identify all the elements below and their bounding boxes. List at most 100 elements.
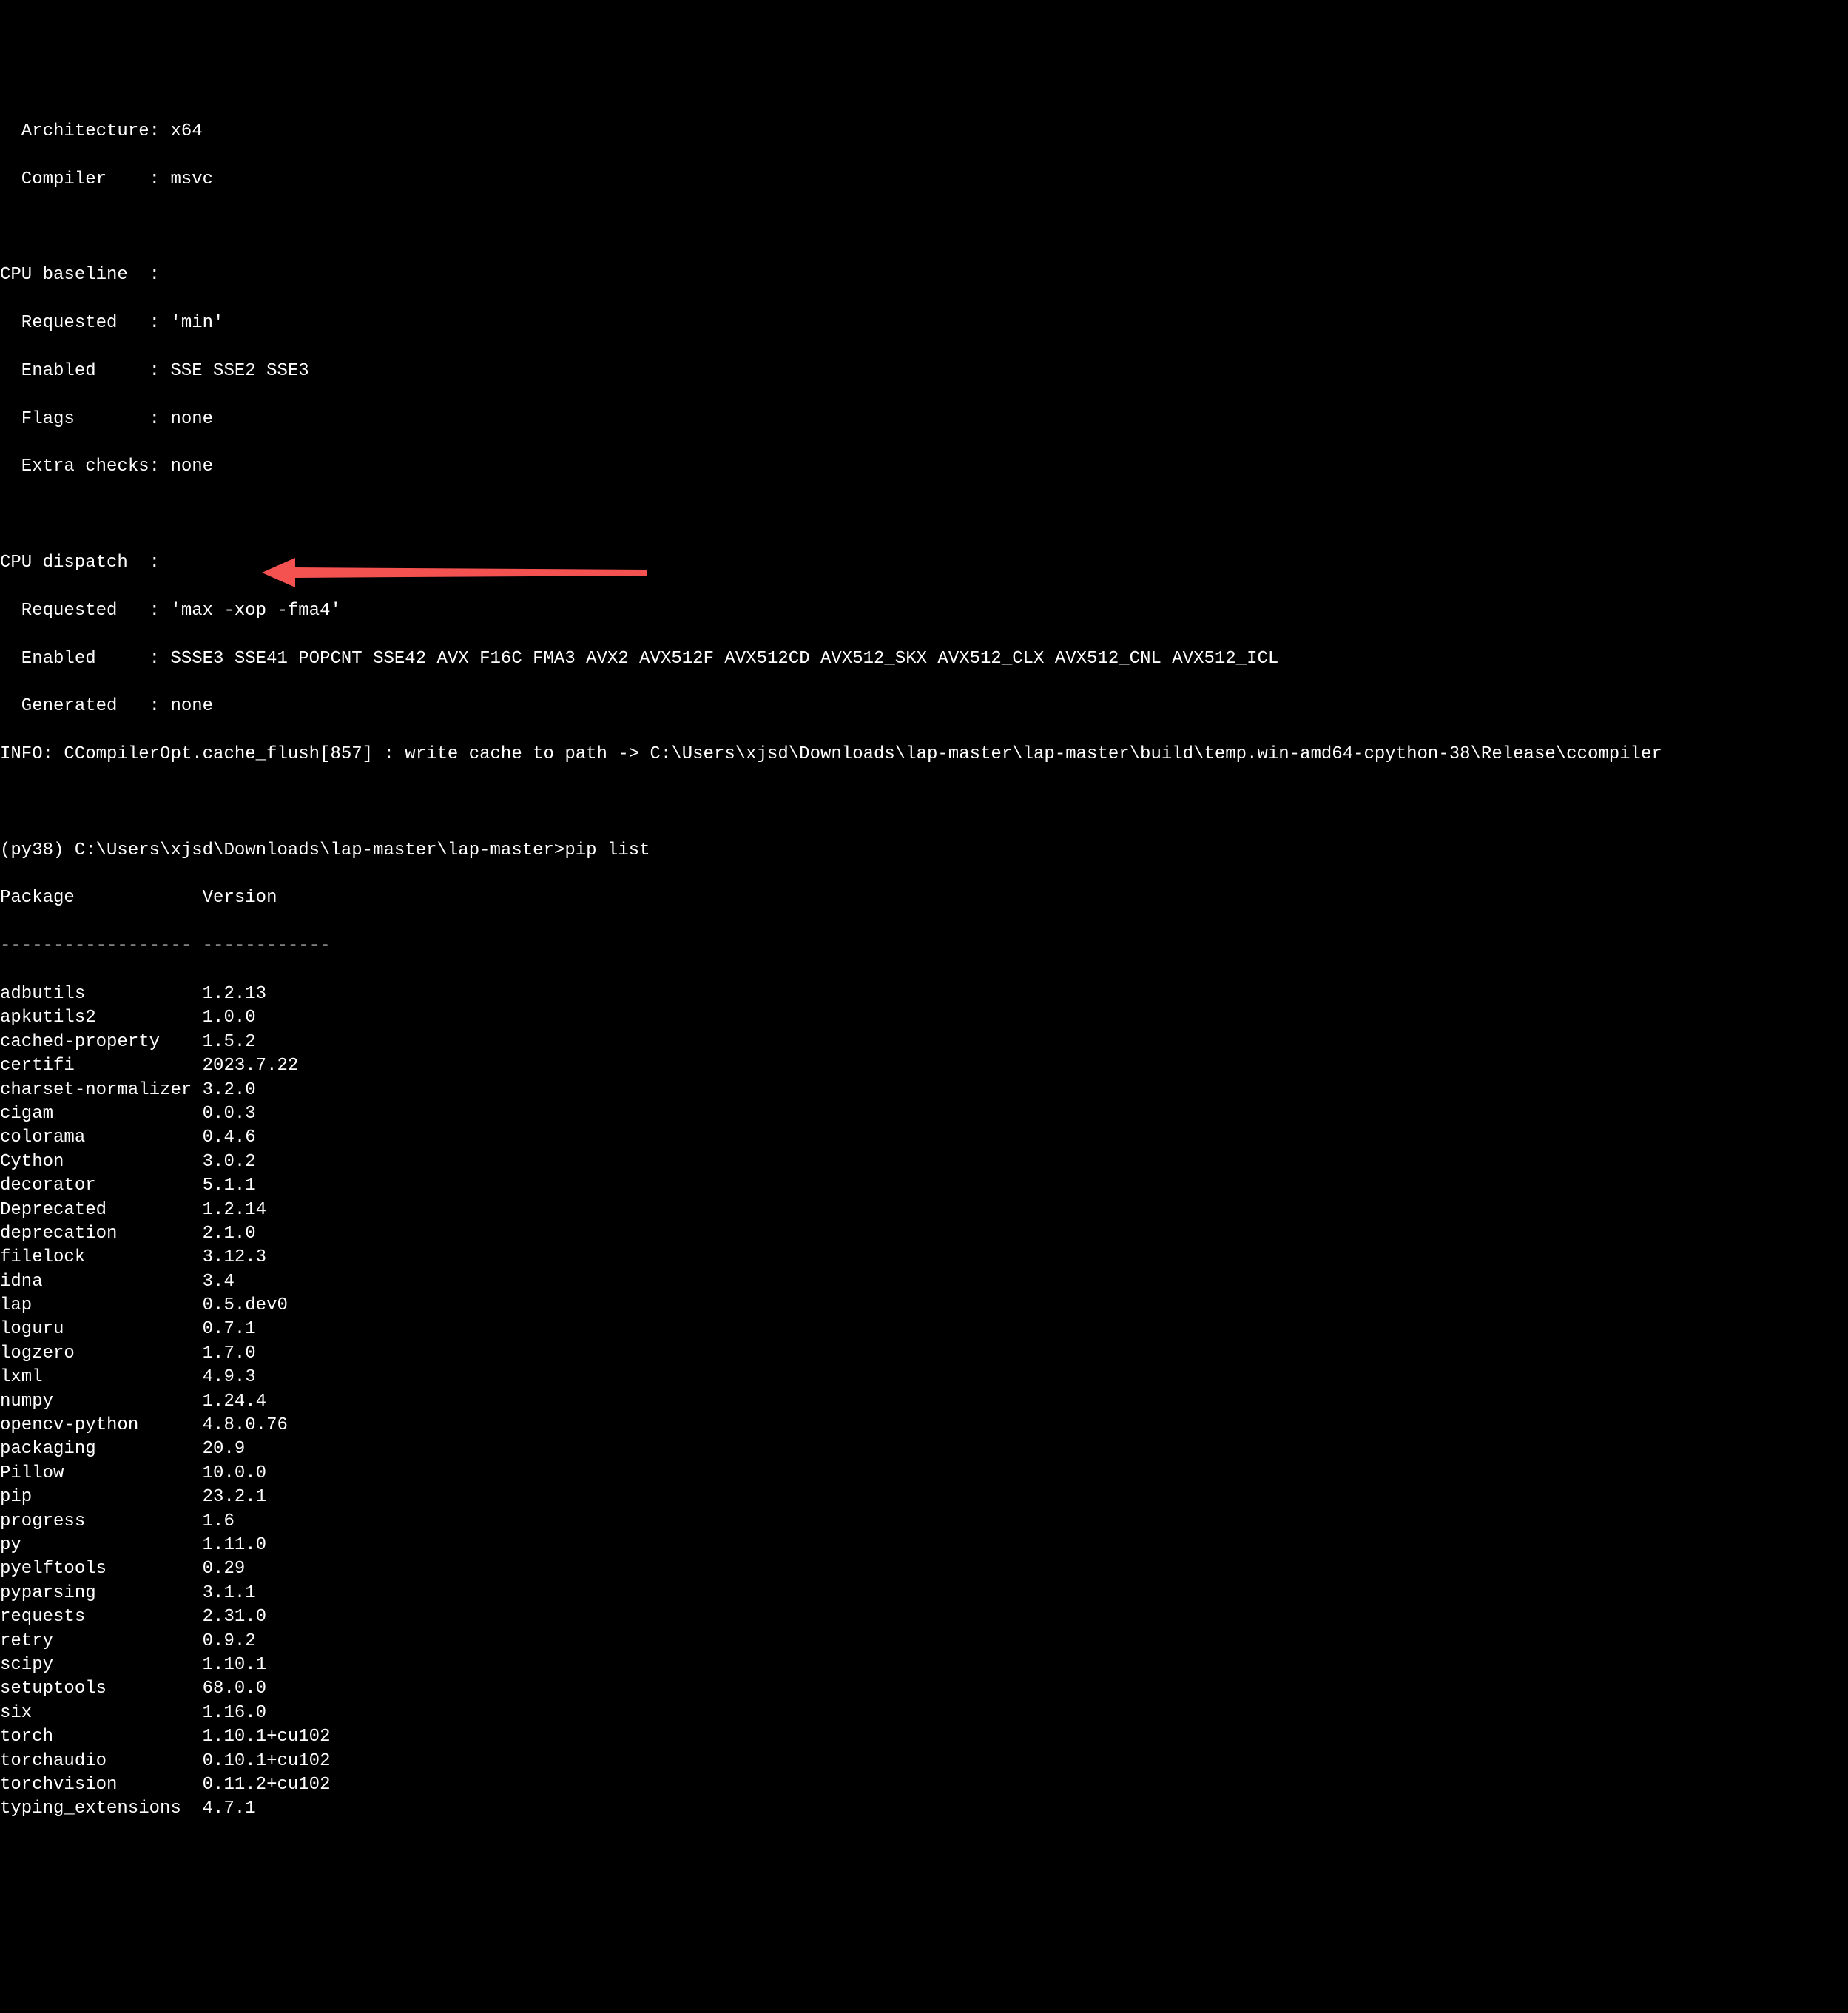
dispatch-req-value: 'max -xop -fma4' (160, 601, 341, 621)
package-row: packaging 20.9 (0, 1437, 1848, 1461)
arch-value: x64 (160, 121, 203, 141)
package-version: 20.9 (192, 1439, 245, 1459)
package-version: 1.6 (192, 1511, 235, 1531)
baseline-extra-value: none (160, 456, 213, 476)
package-name: scipy (0, 1655, 192, 1675)
package-version: 2.1.0 (192, 1224, 255, 1244)
package-name: idna (0, 1272, 192, 1292)
dispatch-label: CPU dispatch : (0, 551, 1848, 575)
package-row: progress 1.6 (0, 1510, 1848, 1534)
table-divider: ------------------ ------------ (0, 934, 1848, 958)
package-version: 1.0.0 (192, 1008, 255, 1028)
package-row: lxml 4.9.3 (0, 1366, 1848, 1389)
blank-line (0, 503, 1848, 527)
package-name: opencv-python (0, 1415, 192, 1435)
package-version: 3.1.1 (192, 1583, 255, 1603)
package-name: adbutils (0, 984, 192, 1004)
prompt-line: (py38) C:\Users\xjsd\Downloads\lap-maste… (0, 839, 1848, 863)
package-version: 1.2.14 (192, 1200, 266, 1220)
package-name: certifi (0, 1056, 192, 1076)
package-row: Pillow 10.0.0 (0, 1462, 1848, 1486)
package-name: torch (0, 1727, 192, 1747)
package-row: typing_extensions 4.7.1 (0, 1797, 1848, 1821)
package-name: filelock (0, 1247, 192, 1267)
table-header: Package Version (0, 886, 1848, 910)
package-version: 1.11.0 (192, 1535, 266, 1555)
terminal-output[interactable]: Architecture: x64 Compiler : msvc CPU ba… (0, 96, 1848, 1846)
package-row: six 1.16.0 (0, 1702, 1848, 1725)
package-name: cached-property (0, 1032, 192, 1052)
package-name: requests (0, 1607, 192, 1627)
package-name: cigam (0, 1104, 192, 1124)
compiler-label: Compiler : (0, 169, 160, 189)
dispatch-enabled-value: SSSE3 SSE41 POPCNT SSE42 AVX F16C FMA3 A… (160, 649, 1278, 669)
package-row: loguru 0.7.1 (0, 1318, 1848, 1341)
dispatch-gen-label: Generated : (0, 696, 160, 716)
package-version: 1.10.1+cu102 (192, 1727, 330, 1747)
package-version: 2.31.0 (192, 1607, 266, 1627)
baseline-extra-label: Extra checks: (0, 456, 160, 476)
arch-line: Architecture: x64 (0, 120, 1848, 144)
package-version: 10.0.0 (192, 1463, 266, 1483)
package-list: adbutils 1.2.13apkutils2 1.0.0cached-pro… (0, 982, 1848, 1821)
package-name: six (0, 1703, 192, 1723)
package-version: 3.4 (192, 1272, 235, 1292)
package-name: torchaudio (0, 1751, 192, 1771)
package-name: apkutils2 (0, 1008, 192, 1028)
package-name: colorama (0, 1127, 192, 1147)
dispatch-enabled-label: Enabled : (0, 649, 160, 669)
package-row: torchvision 0.11.2+cu102 (0, 1773, 1848, 1797)
compiler-line: Compiler : msvc (0, 168, 1848, 192)
package-version: 0.5.dev0 (192, 1295, 288, 1315)
baseline-enabled-value: SSE SSE2 SSE3 (160, 361, 309, 381)
package-name: Deprecated (0, 1200, 192, 1220)
package-name: typing_extensions (0, 1798, 192, 1818)
package-row: colorama 0.4.6 (0, 1126, 1848, 1150)
package-name: pip (0, 1487, 192, 1507)
package-version: 1.10.1 (192, 1655, 266, 1675)
dispatch-enabled-line: Enabled : SSSE3 SSE41 POPCNT SSE42 AVX F… (0, 647, 1848, 671)
package-version: 1.16.0 (192, 1703, 266, 1723)
package-name: lap (0, 1295, 192, 1315)
package-name: packaging (0, 1439, 192, 1459)
package-version: 0.10.1+cu102 (192, 1751, 330, 1771)
package-row: logzero 1.7.0 (0, 1342, 1848, 1366)
header-version: Version (192, 888, 277, 908)
blank-line (0, 216, 1848, 240)
package-row: Cython 3.0.2 (0, 1150, 1848, 1174)
package-row: torch 1.10.1+cu102 (0, 1725, 1848, 1749)
package-version: 1.5.2 (192, 1032, 255, 1052)
package-name: loguru (0, 1319, 192, 1339)
package-version: 1.2.13 (192, 984, 266, 1004)
package-name: Pillow (0, 1463, 192, 1483)
baseline-extra-line: Extra checks: none (0, 455, 1848, 479)
package-row: opencv-python 4.8.0.76 (0, 1414, 1848, 1437)
package-row: pip 23.2.1 (0, 1486, 1848, 1509)
package-name: deprecation (0, 1224, 192, 1244)
dispatch-gen-line: Generated : none (0, 695, 1848, 718)
package-row: torchaudio 0.10.1+cu102 (0, 1750, 1848, 1773)
package-row: charset-normalizer 3.2.0 (0, 1079, 1848, 1102)
package-name: lxml (0, 1367, 192, 1387)
baseline-req-label: Requested : (0, 313, 160, 333)
package-row: retry 0.9.2 (0, 1630, 1848, 1653)
package-version: 0.29 (192, 1559, 245, 1579)
package-row: Deprecated 1.2.14 (0, 1198, 1848, 1222)
package-row: certifi 2023.7.22 (0, 1054, 1848, 1078)
package-row: decorator 5.1.1 (0, 1174, 1848, 1198)
package-row: adbutils 1.2.13 (0, 982, 1848, 1006)
package-row: py 1.11.0 (0, 1534, 1848, 1557)
baseline-enabled-line: Enabled : SSE SSE2 SSE3 (0, 360, 1848, 383)
baseline-flags-value: none (160, 409, 213, 429)
package-version: 3.2.0 (192, 1080, 255, 1100)
arch-label: Architecture: (0, 121, 160, 141)
package-name: retry (0, 1631, 192, 1651)
package-row: setuptools 68.0.0 (0, 1677, 1848, 1701)
package-row: pyparsing 3.1.1 (0, 1582, 1848, 1605)
package-version: 2023.7.22 (192, 1056, 298, 1076)
package-version: 3.12.3 (192, 1247, 266, 1267)
package-version: 0.7.1 (192, 1319, 255, 1339)
baseline-flags-line: Flags : none (0, 408, 1848, 431)
dispatch-gen-value: none (160, 696, 213, 716)
baseline-req-line: Requested : 'min' (0, 311, 1848, 335)
